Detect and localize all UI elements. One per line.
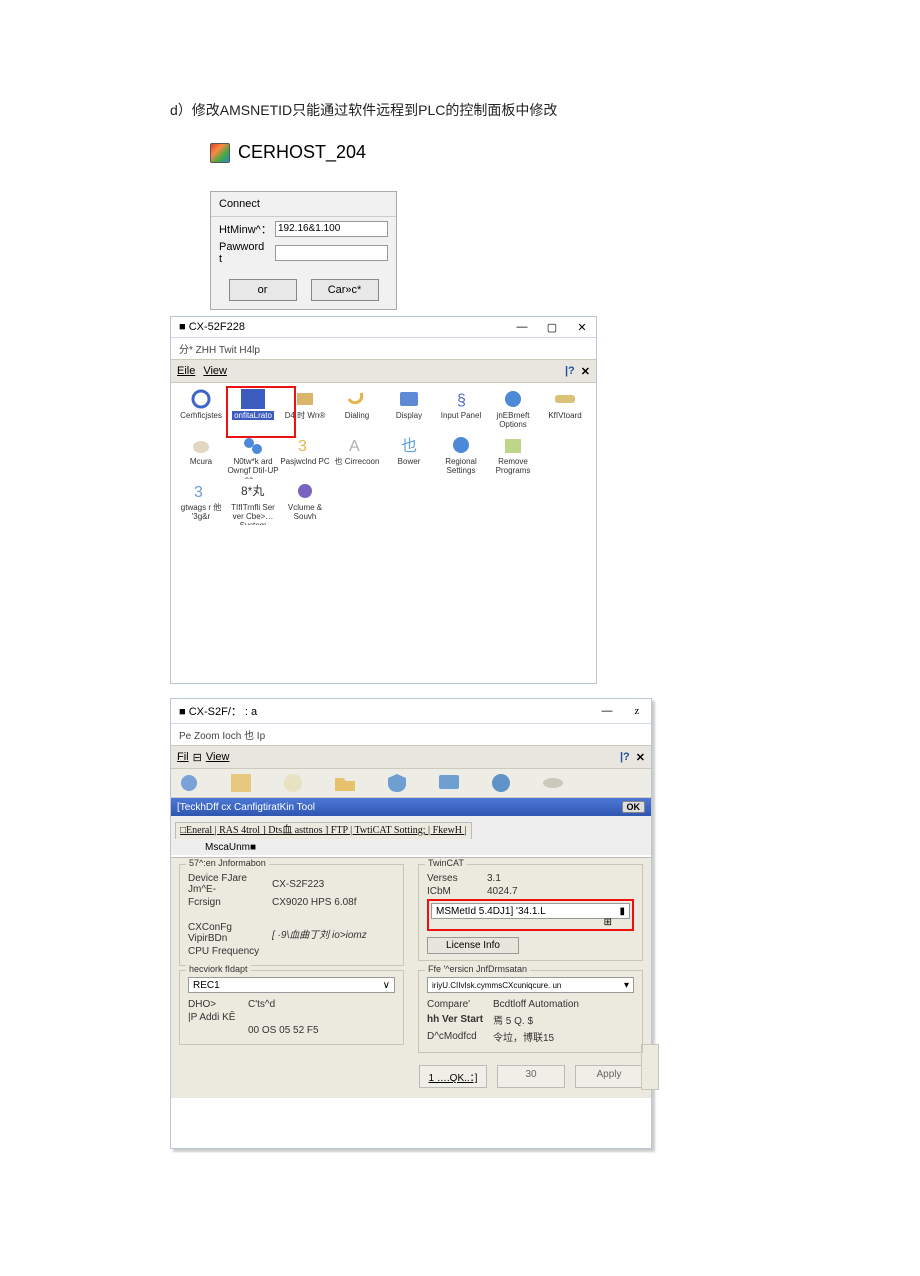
cp-item[interactable]: §Input Panel [435, 389, 487, 433]
inner-titlebar: [TeckhDff cx CanfigtiratKin Tool [177, 802, 315, 813]
file-select[interactable]: iriyU.CIIvIsk.cymmsCXcuniqcure. un▾ [427, 977, 634, 993]
edit-icon[interactable]: ▮ [619, 906, 625, 917]
tab-strip[interactable]: □Eneral | RAS 4trol ] Dts血 asttnos ] FTP… [171, 816, 651, 855]
menu-fil[interactable]: Fil [177, 751, 189, 763]
folder-icon[interactable] [333, 772, 357, 794]
clock-icon[interactable] [281, 772, 305, 794]
minimize-button[interactable]: — [601, 705, 613, 717]
nic-select[interactable]: REC1∨ [188, 977, 395, 993]
cp-item[interactable]: Cerhficjstes [175, 389, 227, 433]
cp-menustrip: 分* ZHH Twit H4lp [171, 338, 596, 359]
help-icon[interactable]: |? [620, 751, 630, 763]
host-input[interactable]: 192.16&1.100 [275, 221, 388, 237]
connect-caption: Connect [211, 192, 396, 217]
cp-item-selected[interactable]: onfitaLrato [227, 389, 279, 433]
cerhost-window: CERHOST_204 Connect HtMinw^： 192.16&1.10… [210, 142, 425, 310]
cp-item[interactable]: Remove Programs [487, 435, 539, 479]
cfg-menustrip: Pe Zoom Ioch 也 Ip [171, 724, 651, 745]
menu-file[interactable]: Eile [177, 365, 195, 377]
host-label: HtMinw^： [219, 221, 269, 237]
svg-text:3: 3 [194, 484, 203, 501]
calendar-icon[interactable] [229, 772, 253, 794]
cp-item[interactable]: Dialing [331, 389, 383, 433]
globe-icon[interactable] [489, 772, 513, 794]
cp-item[interactable]: 3Pasjwclnd PC [279, 435, 331, 479]
cp-item[interactable]: jnEBrneft Options [487, 389, 539, 433]
cp-item[interactable]: N0tw*k ard Owngf DtiI-UP ca… [227, 435, 279, 479]
password-input[interactable] [275, 245, 388, 261]
cp-item[interactable]: Display [383, 389, 435, 433]
connect-dialog: Connect HtMinw^： 192.16&1.100 Pawword t … [210, 191, 397, 310]
cp-item[interactable]: A也 Cirrecoon [331, 435, 383, 479]
dlg-cancel-button[interactable]: 30 [497, 1065, 565, 1088]
system-info-group: 57^:en Jnformabon Device FJare Jm^E-CX-S… [179, 864, 404, 966]
cp-item[interactable]: 也Bower [383, 435, 435, 479]
cp-item[interactable]: Regional Settings [435, 435, 487, 479]
sidebar-stub [641, 1044, 659, 1090]
cerhost-title: CERHOST_204 [238, 142, 366, 163]
shield-icon[interactable] [385, 772, 409, 794]
monitor-icon[interactable] [437, 772, 461, 794]
svg-text:8*丸: 8*丸 [241, 484, 264, 498]
dlg-apply-button[interactable]: Apply [575, 1065, 643, 1088]
license-info-button[interactable]: License Info [427, 937, 519, 954]
menu-view[interactable]: View [206, 751, 230, 763]
disk-icon[interactable] [541, 772, 565, 794]
amsnetid-field[interactable]: MSMetId 5.4DJ1] '34.1.L ▮ [431, 903, 630, 919]
maximize-button[interactable]: z [631, 705, 643, 717]
cfg-toolbar-icons [171, 769, 651, 798]
menu-view[interactable]: View [203, 365, 227, 377]
ok-button[interactable]: or [229, 279, 297, 301]
dlg-ok-button[interactable]: 1 ….QK..：] [419, 1065, 487, 1088]
amsnetid-highlight: MSMetId 5.4DJ1] '34.1.L ▮ ⊞ [427, 899, 634, 931]
svg-text:§: § [457, 392, 466, 409]
cerhost-icon [210, 143, 230, 163]
control-panel-window: ■ CX-52F228 — ▢ ✕ 分* ZHH Twit H4lp Eile … [170, 316, 597, 684]
cancel-button[interactable]: Car»c* [311, 279, 379, 301]
password-label: Pawword t [219, 241, 269, 265]
minimize-button[interactable]: — [516, 321, 528, 333]
toolbar-close-icon[interactable]: ✕ [636, 751, 645, 764]
toolbar-close-icon[interactable]: ✕ [581, 365, 590, 378]
gear-icon[interactable] [177, 772, 201, 794]
config-tool-window: ■ CX-S2F/： : a — z Pe Zoom Ioch 也 Ip Fil… [170, 698, 652, 1149]
cp-item[interactable]: 3gtwags r 他 '3g&r [175, 481, 227, 525]
inner-ok-button[interactable]: OK [622, 801, 646, 813]
cp-spacer [539, 435, 591, 479]
cfg-window-title: ■ CX-S2F/： : a [179, 703, 257, 719]
cp-item[interactable]: 8*丸TIfITrnfli Ser ver Cbe>… System [227, 481, 279, 525]
twincat-group: TwinCAT Verses3.1 ICbM4024.7 MSMetId 5.4… [418, 864, 643, 961]
heading-text: d）修改AMSNETID只能通过软件远程到PLC的控制面板中修改 [170, 100, 750, 120]
cp-item[interactable]: Vclume & Souvh [279, 481, 331, 525]
file-version-group: Ffe '^ersicn JnfDrmsatan iriyU.CIIvIsk.c… [418, 970, 643, 1053]
cp-window-title: ■ CX-52F228 [179, 321, 245, 333]
cp-item[interactable]: KfIVtoard [539, 389, 591, 433]
svg-text:A: A [349, 438, 360, 455]
cp-item[interactable]: Mcura [175, 435, 227, 479]
maximize-button[interactable]: ▢ [546, 321, 558, 333]
svg-text:3: 3 [298, 438, 307, 455]
help-icon[interactable]: |? [565, 365, 575, 377]
network-adapter-group: hecviork fIdapt REC1∨ DHO>C'ts^d |P Addi… [179, 970, 404, 1045]
dialog-button-row: 1 ….QK..：] 30 Apply [179, 1065, 643, 1088]
close-button[interactable]: ✕ [576, 321, 588, 333]
svg-text:也: 也 [401, 437, 417, 455]
